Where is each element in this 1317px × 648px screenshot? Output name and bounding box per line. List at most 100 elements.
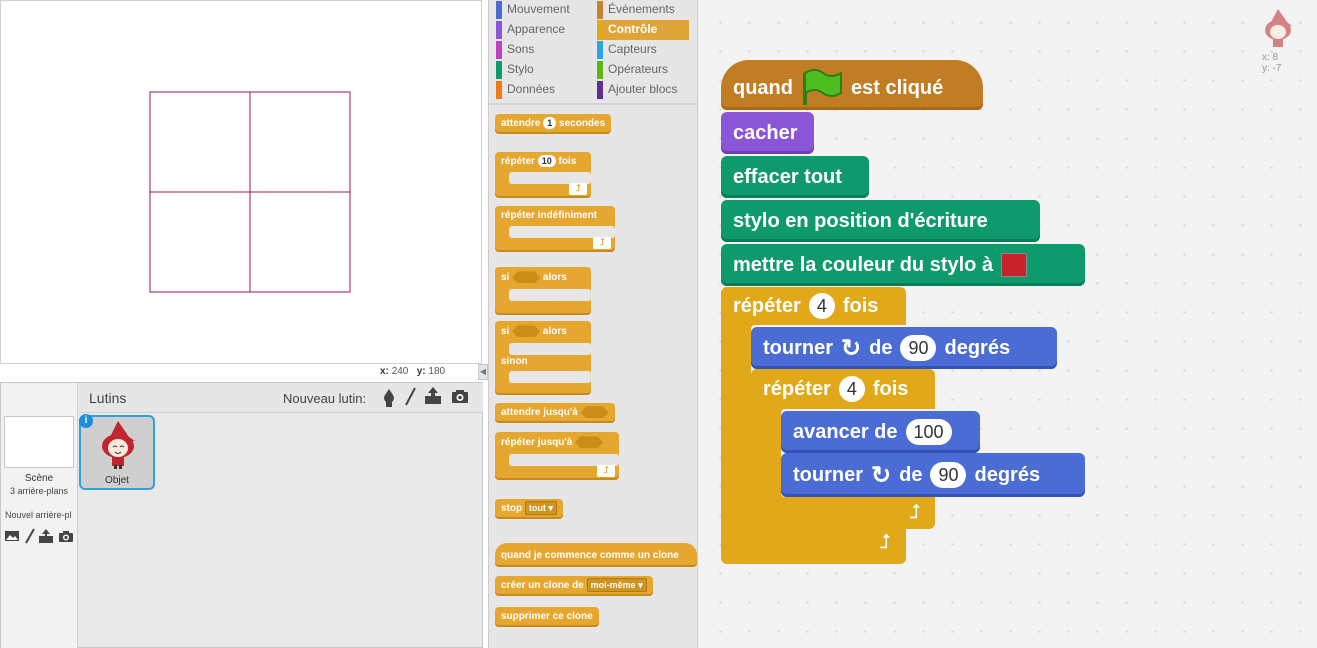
sprite-position-readout: x: 8 y: -7 — [1262, 52, 1281, 74]
boolean-slot[interactable] — [575, 436, 604, 449]
camera-sprite-icon[interactable] — [451, 389, 469, 404]
category-label: Stylo — [507, 62, 534, 76]
category-color-bar — [597, 1, 603, 19]
degrees-input[interactable]: 90 — [930, 462, 967, 488]
turn-right-inner-block[interactable]: tourner ↻ de 90 degrés — [781, 453, 1085, 497]
when-flag-clicked-block[interactable]: quand est cliqué — [721, 60, 983, 110]
upload-backdrop-icon[interactable] — [38, 528, 54, 544]
block-text: alors — [542, 326, 567, 337]
scene-thumbnail[interactable] — [4, 416, 74, 468]
category-label: Sons — [507, 42, 535, 56]
palette-clone-hat-block[interactable]: quand je commence comme un clone — [495, 543, 697, 567]
sprite-info-icon[interactable]: i — [79, 414, 93, 428]
green-flag-icon — [803, 69, 842, 105]
backdrop-library-icon[interactable] — [4, 529, 20, 543]
category-evenements[interactable]: Événements — [597, 0, 689, 20]
new-backdrop-tools — [4, 528, 76, 544]
block-label-row: si alors — [501, 322, 567, 342]
repeat-count-input[interactable]: 4 — [838, 376, 865, 402]
sprite-library-icon[interactable] — [381, 388, 397, 408]
paint-backdrop-icon[interactable] — [24, 528, 36, 544]
new-backdrop-label: Nouvel arrière-pl — [5, 510, 72, 520]
block-text: est cliqué — [851, 76, 944, 99]
sprite-thumbnail-icon — [102, 421, 135, 469]
y-value: 180 — [428, 366, 446, 377]
palette-divider — [489, 103, 697, 105]
palette-forever-block[interactable]: répéter indéfiniment ⮥ — [495, 206, 615, 252]
block-label-row: répéter jusqu'à — [501, 433, 604, 453]
category-label: Opérateurs — [608, 62, 669, 76]
camera-backdrop-icon[interactable] — [58, 530, 74, 543]
palette-create-clone-block[interactable]: créer un clone de moi-même ▾ — [495, 576, 653, 596]
hide-block[interactable]: cacher — [721, 112, 814, 154]
turn-clockwise-icon: ↻ — [871, 461, 892, 489]
category-capteurs[interactable]: Capteurs — [597, 40, 689, 60]
category-label: Données — [507, 82, 556, 96]
palette-repeat-block[interactable]: répéter 10 fois ⮥ — [495, 152, 591, 198]
block-label-row: répéter 10 fois — [501, 152, 576, 172]
block-text: sinon — [501, 356, 528, 367]
category-label: Apparence — [507, 22, 566, 36]
category-color-bar — [597, 21, 603, 39]
category-label: Contrôle — [608, 22, 658, 36]
block-text: attendre jusqu'à — [501, 407, 578, 418]
palette-delete-clone-block[interactable]: supprimer ce clone — [495, 607, 599, 627]
block-text: répéter indéfiniment — [501, 210, 598, 221]
stop-dropdown[interactable]: tout ▾ — [524, 501, 557, 515]
paint-sprite-icon[interactable] — [404, 387, 416, 407]
palette-wait-block[interactable]: attendre 1 secondes — [495, 114, 612, 134]
block-number-input[interactable]: 10 — [537, 155, 556, 167]
category-stylo[interactable]: Stylo — [496, 60, 591, 80]
upload-sprite-icon[interactable] — [424, 386, 442, 406]
block-text: répéter — [501, 156, 535, 167]
pen-color-swatch[interactable] — [1001, 253, 1028, 277]
loop-arrow-icon: ⮥ — [909, 501, 921, 523]
set-pen-color-block[interactable]: mettre la couleur du stylo à — [721, 244, 1085, 286]
block-text: fois — [842, 294, 879, 317]
move-block[interactable]: avancer de 100 — [781, 411, 980, 453]
pen-down-block[interactable]: stylo en position d'écriture — [721, 200, 1040, 242]
block-text: de — [869, 336, 893, 359]
small-stage-toggle[interactable]: ◀ — [478, 364, 488, 380]
block-text: fois — [558, 156, 577, 167]
loop-arrow-icon: ⮥ — [879, 531, 891, 553]
turn-right-block[interactable]: tourner ↻ de 90 degrés — [751, 327, 1057, 369]
block-text: stop — [501, 503, 523, 514]
block-text: effacer tout — [733, 165, 842, 188]
category-color-bar — [597, 41, 603, 59]
category-color-bar — [597, 81, 603, 99]
boolean-slot[interactable] — [512, 325, 541, 338]
loop-arrow-icon: ⮥ — [569, 183, 587, 195]
steps-input[interactable]: 100 — [905, 419, 952, 445]
block-text: répéter — [763, 377, 831, 400]
block-number-input[interactable]: 1 — [543, 117, 557, 129]
clear-block[interactable]: effacer tout — [721, 156, 869, 198]
category-label: Ajouter blocs — [608, 82, 678, 96]
boolean-slot[interactable] — [580, 406, 609, 419]
block-text: créer un clone de — [501, 580, 584, 591]
palette-wait-until-block[interactable]: attendre jusqu'à — [495, 403, 615, 423]
sprite-y: y: -7 — [1262, 63, 1282, 74]
x-value: 240 — [391, 366, 409, 377]
category-mouvement[interactable]: Mouvement — [496, 0, 591, 20]
category-ajouter-blocs[interactable]: Ajouter blocs — [597, 80, 689, 100]
category-operateurs[interactable]: Opérateurs — [597, 60, 689, 80]
category-controle[interactable]: Contrôle — [597, 20, 689, 40]
category-apparence[interactable]: Apparence — [496, 20, 591, 40]
category-color-bar — [496, 41, 502, 59]
palette-stop-block[interactable]: stop tout ▾ — [495, 499, 563, 519]
category-donnees[interactable]: Données — [496, 80, 591, 100]
degrees-input[interactable]: 90 — [900, 335, 937, 361]
boolean-slot[interactable] — [512, 271, 541, 284]
palette-if-block[interactable]: si alors — [495, 267, 591, 315]
stage[interactable] — [0, 0, 482, 364]
stage-drawing — [149, 91, 351, 293]
block-text: supprimer ce clone — [501, 611, 593, 622]
block-text: mettre la couleur du stylo à — [733, 253, 994, 276]
palette-repeat-until-block[interactable]: répéter jusqu'à ⮥ — [495, 432, 619, 480]
category-sons[interactable]: Sons — [496, 40, 591, 60]
category-color-bar — [496, 61, 502, 79]
palette-if-else-block[interactable]: si alors sinon — [495, 321, 591, 395]
repeat-count-input[interactable]: 4 — [808, 293, 835, 319]
clone-target-dropdown[interactable]: moi-même ▾ — [586, 578, 647, 592]
